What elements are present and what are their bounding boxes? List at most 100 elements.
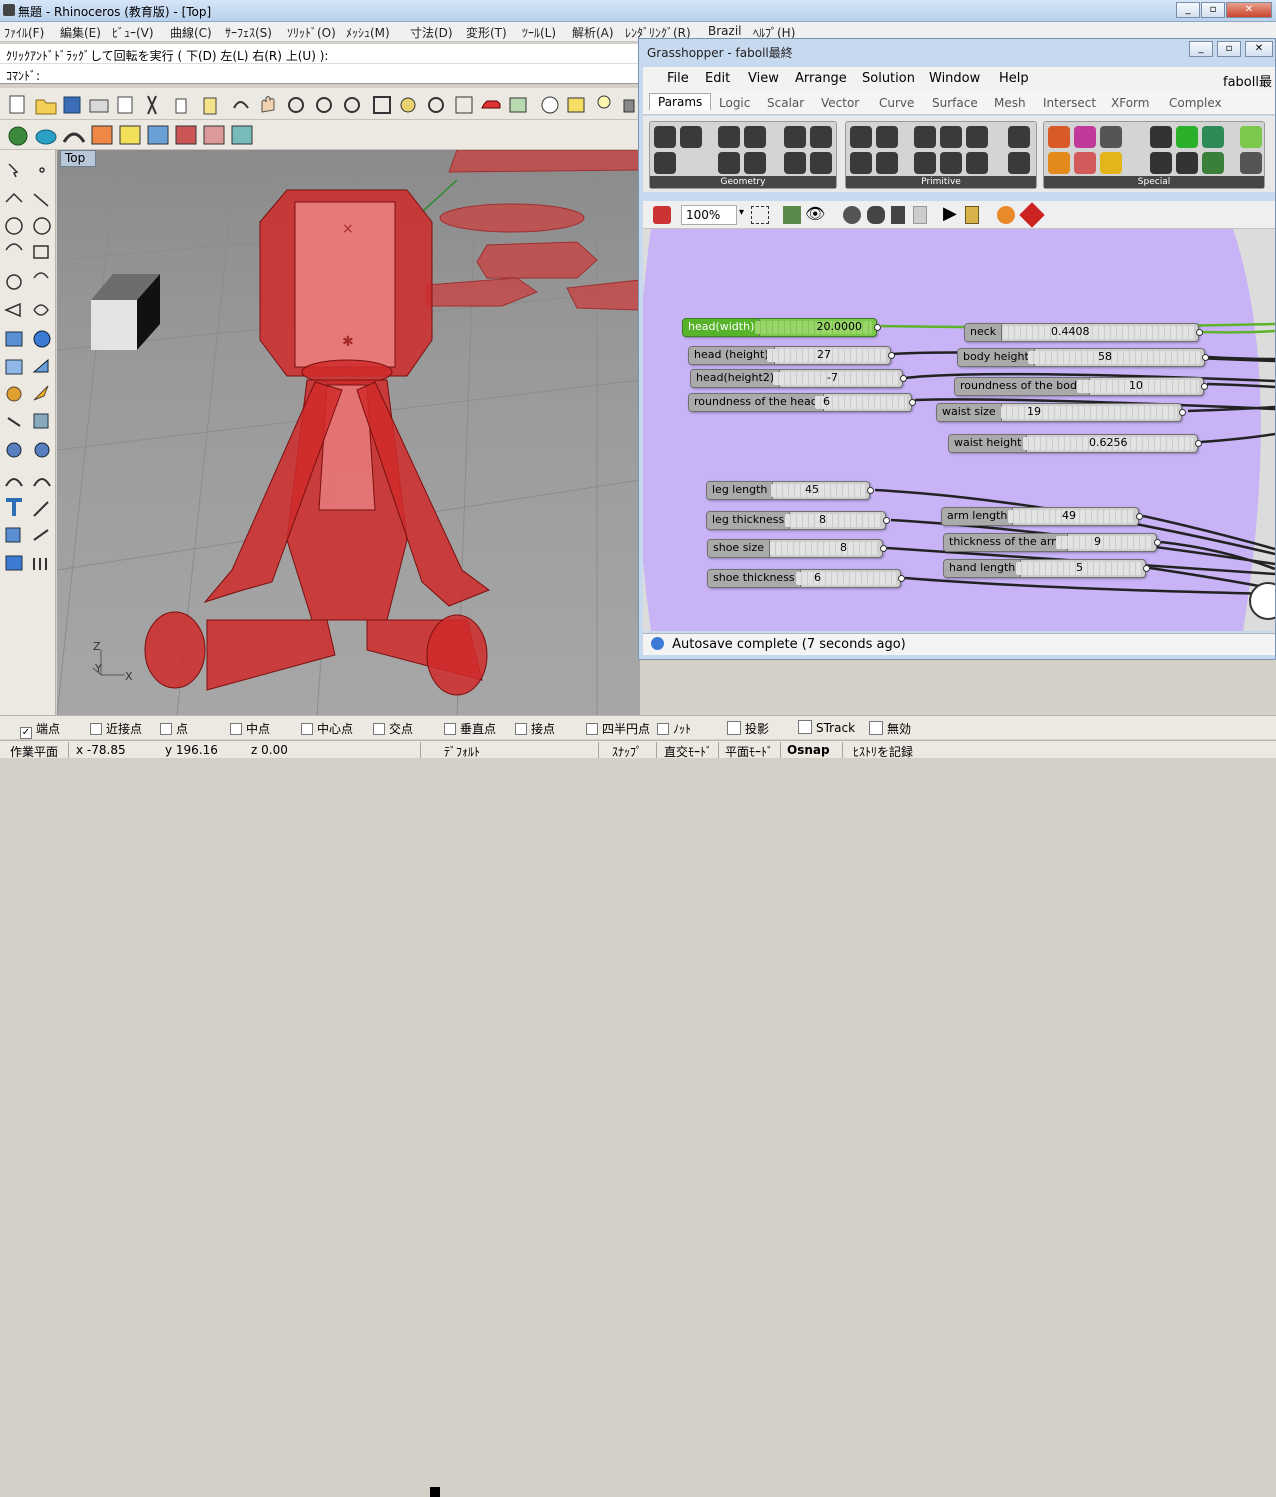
- tab-vector[interactable]: Vector: [821, 96, 859, 110]
- slider-head-width[interactable]: head(width) 20.0000: [682, 318, 881, 337]
- osnap-strack[interactable]: STrack: [798, 720, 855, 735]
- slider-head-height[interactable]: head (height) 27: [688, 346, 895, 365]
- tab-params[interactable]: Params: [649, 93, 712, 110]
- slider-output-grip[interactable]: [880, 545, 887, 552]
- preview-none-icon[interactable]: [891, 206, 905, 224]
- slider-output-grip[interactable]: [1196, 329, 1203, 336]
- osnap-near[interactable]: 近接点: [90, 720, 142, 737]
- slider-leg-length[interactable]: leg length 45: [706, 481, 874, 500]
- play-icon[interactable]: ▶: [943, 205, 957, 223]
- tab-complex[interactable]: Complex: [1169, 96, 1222, 110]
- slider-waist-height[interactable]: waist height 0.6256: [948, 434, 1202, 453]
- number-param-icon[interactable]: [876, 126, 898, 148]
- string-param-icon[interactable]: [876, 152, 898, 174]
- box-param-icon[interactable]: [810, 152, 832, 174]
- slider-output-grip[interactable]: [1136, 513, 1143, 520]
- pie-icon[interactable]: [1202, 126, 1224, 148]
- bar-graph-icon[interactable]: [1150, 126, 1172, 148]
- surface-param-icon[interactable]: [784, 126, 806, 148]
- time-param-icon[interactable]: [966, 152, 988, 174]
- path-param-icon[interactable]: [1008, 152, 1030, 174]
- preview-icon[interactable]: [1240, 126, 1262, 148]
- osnap-end-checkbox[interactable]: ✓: [20, 727, 32, 739]
- tab-xform[interactable]: XForm: [1111, 96, 1149, 110]
- osnap-mid[interactable]: 中点: [230, 720, 270, 737]
- osnap-tangent[interactable]: 接点: [515, 720, 555, 737]
- menu-curve[interactable]: 曲線(C): [170, 24, 212, 41]
- gh-menu-edit[interactable]: Edit: [705, 71, 730, 86]
- left-toolbar-icons[interactable]: [0, 150, 56, 715]
- bezier-icon[interactable]: [1150, 152, 1172, 174]
- menu-brazil[interactable]: Brazil: [708, 24, 742, 38]
- shader-param-icon[interactable]: [914, 152, 936, 174]
- panel-icon[interactable]: [1240, 152, 1262, 174]
- slider-roundness-body[interactable]: roundness of the body 10: [954, 377, 1208, 396]
- menu-file[interactable]: ﾌｧｲﾙ(F): [4, 24, 44, 41]
- render-icon[interactable]: [1019, 202, 1045, 228]
- osnap-project[interactable]: 投影: [727, 720, 769, 737]
- minimize-button[interactable]: _: [1176, 2, 1200, 18]
- menu-mesh[interactable]: ﾒｯｼｭ(M): [346, 24, 390, 41]
- image-sampler-icon[interactable]: [1048, 126, 1070, 148]
- osnap-point[interactable]: 点: [160, 720, 188, 737]
- zoom-field[interactable]: 100%: [681, 205, 737, 225]
- tab-surface[interactable]: Surface: [932, 96, 978, 110]
- integer-param-icon[interactable]: [850, 152, 872, 174]
- viewport-scene[interactable]: × ✱ Z Y X: [57, 150, 640, 715]
- osnap-intersection[interactable]: 交点: [373, 720, 413, 737]
- menu-surface[interactable]: ｻｰﾌｪｽ(S): [225, 24, 272, 41]
- robot-model[interactable]: × ✱: [144, 189, 491, 696]
- tab-curve[interactable]: Curve: [879, 96, 914, 110]
- slider-output-grip[interactable]: [900, 375, 907, 382]
- tree-icon[interactable]: [1176, 152, 1198, 174]
- slider-shoe-size[interactable]: shoe size 8: [707, 539, 887, 558]
- slider-output-grip[interactable]: [867, 487, 874, 494]
- top-viewport[interactable]: × ✱ Z Y X: [57, 150, 640, 715]
- menu-solid[interactable]: ｿﾘｯﾄﾞ(O): [287, 24, 336, 41]
- gh-menu-view[interactable]: View: [748, 71, 779, 86]
- slider-arm-length[interactable]: arm length 49: [941, 507, 1143, 526]
- command-prompt[interactable]: ｺﾏﾝﾄﾞ:: [0, 64, 640, 84]
- point-param-icon[interactable]: [680, 126, 702, 148]
- slider-neck[interactable]: neck 0.4408: [964, 323, 1203, 342]
- gh-menu-solution[interactable]: Solution: [862, 71, 915, 86]
- field-param-icon[interactable]: [1008, 126, 1030, 148]
- gh-menu-arrange[interactable]: Arrange: [795, 71, 847, 86]
- graph-mapper-icon[interactable]: [1074, 126, 1096, 148]
- menu-dimension[interactable]: 寸法(D): [410, 24, 453, 41]
- slider-icon[interactable]: [1100, 152, 1122, 174]
- preview-selected-icon[interactable]: [913, 206, 927, 224]
- circle-param-icon[interactable]: [718, 126, 740, 148]
- slider-leg-thickness[interactable]: leg thickness 8: [706, 511, 890, 530]
- status-osnap[interactable]: Osnap: [787, 743, 830, 757]
- menu-analyze[interactable]: 解析(A): [572, 24, 614, 41]
- boolean-param-icon[interactable]: [850, 126, 872, 148]
- gh-component-partial[interactable]: [1249, 582, 1275, 620]
- colour-param-icon[interactable]: [914, 126, 936, 148]
- lock-icon[interactable]: [965, 206, 979, 224]
- osnap-knot[interactable]: ﾉｯﾄ: [657, 720, 691, 737]
- slider-output-grip[interactable]: [898, 575, 905, 582]
- gh-close-button[interactable]: ✕: [1245, 41, 1273, 57]
- domain2-param-icon[interactable]: [940, 152, 962, 174]
- slider-body-height[interactable]: body height 58: [957, 348, 1209, 367]
- slider-thickness-arm[interactable]: thickness of the arm 9: [943, 533, 1161, 552]
- menu-transform[interactable]: 変形(T): [466, 24, 507, 41]
- arc-param-icon[interactable]: [744, 126, 766, 148]
- geometry-param-icon[interactable]: [654, 126, 676, 148]
- osnap-disable[interactable]: 無効: [869, 720, 911, 737]
- slider-hand-length[interactable]: hand length 5: [943, 559, 1150, 578]
- tab-intersect[interactable]: Intersect: [1043, 96, 1096, 110]
- close-button[interactable]: ✕: [1226, 2, 1272, 18]
- brep-param-icon[interactable]: [810, 126, 832, 148]
- osnap-end[interactable]: ✓ 端点: [20, 720, 60, 739]
- status-planar[interactable]: 平面ﾓｰﾄﾞ: [725, 743, 773, 760]
- curve-param-icon[interactable]: [744, 152, 766, 174]
- bake-icon[interactable]: [997, 206, 1015, 224]
- gh-canvas[interactable]: head(width) 20.0000 head (height) 27 hea…: [643, 229, 1275, 631]
- status-snap[interactable]: ｽﾅｯﾌﾟ: [612, 743, 642, 760]
- gh-menu-file[interactable]: File: [667, 71, 689, 86]
- tab-scalar[interactable]: Scalar: [767, 96, 804, 110]
- slider-output-grip[interactable]: [909, 399, 916, 406]
- slider-output-grip[interactable]: [1202, 354, 1209, 361]
